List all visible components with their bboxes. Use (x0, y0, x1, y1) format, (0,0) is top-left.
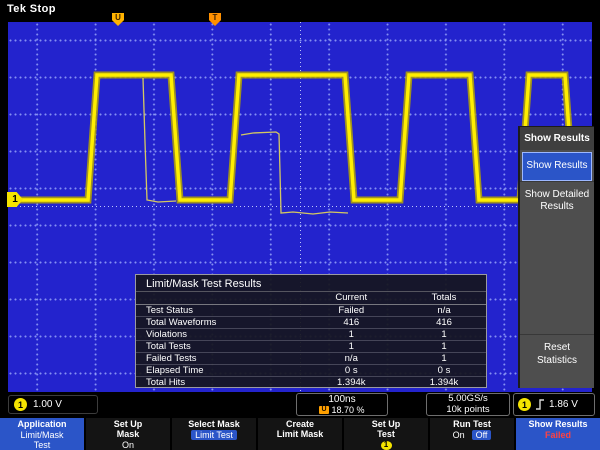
trigger-readout: 1 1.86 V (513, 393, 595, 416)
row-totals: 416 (402, 316, 486, 328)
table-row: Total Hits 1.394k 1.394k (136, 376, 486, 388)
menu-application[interactable]: Application Limit/Mask Test (0, 418, 84, 450)
row-current: 416 (301, 316, 403, 328)
record-position-value: 18.70 % (332, 406, 365, 415)
record-length-value: 10k points (446, 405, 489, 415)
row-current: 1 (301, 328, 403, 340)
row-current: 1 (301, 340, 403, 352)
menu-run-test-on: On (453, 430, 465, 440)
menu-application-value: Limit/Mask Test (20, 430, 63, 450)
timebase-value: 100ns (328, 395, 355, 405)
menu-create-limit-mask[interactable]: Create Limit Mask (258, 418, 342, 450)
row-totals: n/a (402, 304, 486, 316)
row-current: Failed (301, 304, 403, 316)
results-header-row: Current Totals (136, 292, 486, 304)
menu-run-test-off: Off (472, 430, 492, 440)
limit-mask-results-panel: Limit/Mask Test Results Current Totals T… (135, 274, 487, 388)
results-header-blank (136, 292, 301, 304)
side-menu-show-results-button[interactable]: Show Results (522, 152, 592, 181)
menu-set-up-test-header: Set Up Test (372, 419, 401, 439)
graticule-area: 1 U T Limit/Mask Test Results Current To… (8, 22, 592, 392)
row-current: 0 s (301, 364, 403, 376)
timebase-readout: 100ns U 18.70 % (296, 393, 388, 416)
row-label: Elapsed Time (136, 364, 301, 376)
sample-rate-value: 5.00GS/s (448, 394, 488, 404)
trigger-level-value: 1.86 V (549, 399, 578, 410)
table-row: Total Waveforms 416 416 (136, 316, 486, 328)
menu-run-test[interactable]: Run Test On Off (430, 418, 514, 450)
bottom-menu: Application Limit/Mask Test Set Up Mask … (0, 418, 600, 450)
violation-trace-2 (241, 132, 348, 214)
menu-select-mask-value: Limit Test (191, 430, 237, 440)
menu-set-up-mask[interactable]: Set Up Mask On (86, 418, 170, 450)
side-menu-show-results: Show Results Show Results Show Detailed … (518, 126, 594, 388)
sample-rate-readout: 5.00GS/s 10k points (426, 393, 510, 416)
menu-show-results[interactable]: Show Results Failed (516, 418, 600, 450)
side-menu-reset-statistics-button[interactable]: Reset Statistics (520, 334, 594, 374)
status-bar: 1 1.00 V 100ns U 18.70 % 5.00GS/s 10k po… (0, 392, 600, 418)
menu-application-header: Application (18, 419, 67, 429)
menu-select-mask-header: Select Mask (188, 419, 240, 429)
row-current: n/a (301, 352, 403, 364)
side-menu-spacer (520, 221, 594, 335)
menu-set-up-test[interactable]: Set Up Test 1 (344, 418, 428, 450)
row-current: 1.394k (301, 376, 403, 388)
menu-run-test-header: Run Test (453, 419, 491, 429)
trigger-source-badge: 1 (518, 398, 531, 411)
row-label: Total Hits (136, 376, 301, 388)
menu-create-limit-mask-header: Create Limit Mask (277, 419, 324, 439)
table-row: Total Tests 1 1 (136, 340, 486, 352)
results-header-totals: Totals (402, 292, 486, 304)
side-menu-title: Show Results (520, 127, 594, 150)
row-totals: 1 (402, 328, 486, 340)
row-totals: 1 (402, 340, 486, 352)
test-source-badge: 1 (381, 441, 392, 450)
table-row: Failed Tests n/a 1 (136, 352, 486, 364)
row-label: Total Waveforms (136, 316, 301, 328)
table-row: Violations 1 1 (136, 328, 486, 340)
row-label: Failed Tests (136, 352, 301, 364)
acquisition-status: Tek Stop (7, 3, 56, 15)
side-menu-show-detailed-results-button[interactable]: Show Detailed Results (520, 181, 594, 221)
ch1-scale-value: 1.00 V (33, 399, 62, 410)
ch1-badge-icon: 1 (14, 398, 27, 411)
menu-show-results-header: Show Results (528, 419, 587, 429)
results-header-current: Current (301, 292, 403, 304)
menu-select-mask[interactable]: Select Mask Limit Test (172, 418, 256, 450)
menu-set-up-mask-value: On (122, 440, 134, 450)
record-view-icon: U (319, 406, 328, 414)
results-table: Current Totals Test Status Failed n/a To… (136, 292, 486, 388)
menu-show-results-value: Failed (545, 430, 571, 440)
table-row: Elapsed Time 0 s 0 s (136, 364, 486, 376)
table-row: Test Status Failed n/a (136, 304, 486, 316)
row-totals: 0 s (402, 364, 486, 376)
trigger-slope-icon (535, 398, 545, 411)
menu-set-up-mask-header: Set Up Mask (114, 419, 143, 439)
row-label: Test Status (136, 304, 301, 316)
row-totals: 1.394k (402, 376, 486, 388)
oscilloscope-screen: Tek Stop 1 U T Limit/Mask Test Results C… (0, 0, 600, 450)
row-label: Violations (136, 328, 301, 340)
results-title: Limit/Mask Test Results (136, 275, 486, 292)
ch1-scale-readout: 1 1.00 V (8, 395, 98, 414)
row-totals: 1 (402, 352, 486, 364)
row-label: Total Tests (136, 340, 301, 352)
